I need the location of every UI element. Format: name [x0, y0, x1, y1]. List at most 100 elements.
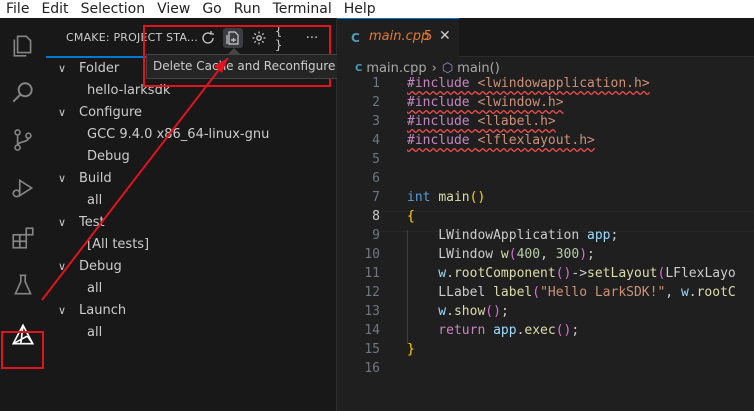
tree-item-label: Folder: [79, 61, 120, 76]
code-token: (: [508, 247, 517, 262]
code-token: <lwindow.h>: [477, 95, 564, 110]
chevron-down-icon[interactable]: ∨: [58, 102, 70, 124]
code-token: }: [407, 342, 415, 357]
tab-main-cpp[interactable]: C main.cpp 5 ✕: [337, 18, 459, 57]
tooltip: Delete Cache and Reconfigure: [146, 54, 343, 79]
line-number: 1: [372, 76, 380, 91]
tree-item-label: Launch: [79, 303, 127, 318]
code-line: LWindow w(400, 300);: [407, 247, 595, 262]
code-token: <lwindowapplication.h>: [477, 76, 650, 91]
editor: C main.cpp 5 ✕ C main.cpp › ⬡ main() 1 #i…: [337, 18, 754, 411]
testing-icon[interactable]: [0, 265, 46, 305]
code-token: LWindowApplication: [407, 228, 588, 243]
breadcrumb-file-icon: C: [355, 62, 363, 74]
close-icon[interactable]: ✕: [439, 28, 451, 44]
code-token: ,: [540, 247, 556, 262]
code-line: #include <lwindow.h>: [407, 95, 564, 110]
chevron-down-icon[interactable]: ∨: [58, 300, 70, 322]
code-token: main: [438, 190, 470, 205]
chevron-down-icon[interactable]: ∨: [58, 256, 70, 278]
menu-edit[interactable]: Edit: [35, 0, 74, 18]
code-token: app: [587, 228, 611, 243]
code-token: setLayout: [587, 266, 658, 281]
extensions-icon[interactable]: [0, 218, 46, 258]
line-number: 10: [364, 247, 380, 262]
code-token: exec: [524, 323, 556, 338]
code-line: return app.exec();: [407, 323, 579, 338]
activity-bar: [0, 18, 46, 411]
run-debug-icon[interactable]: [0, 168, 46, 208]
code-line: #include <lflexlayout.h>: [407, 133, 595, 148]
code-token: w: [680, 285, 689, 300]
code-token: w: [500, 247, 509, 262]
code-token: (): [555, 323, 572, 338]
code-token: show: [453, 304, 486, 319]
code-token: .: [446, 266, 454, 281]
cmake-highlight-box: [1, 331, 44, 369]
code-line: LLabel label("Hello LarkSDK!", w.rootC: [407, 285, 736, 300]
line-number: 6: [372, 171, 380, 186]
code-token: .: [446, 304, 454, 319]
code-token: rootC: [696, 285, 736, 300]
breadcrumb-symbol[interactable]: main(): [457, 61, 500, 76]
code-token: ->: [571, 266, 588, 281]
chevron-right-icon: ›: [431, 60, 437, 76]
line-number: 9: [372, 228, 380, 243]
code-token: LLabel: [407, 285, 494, 300]
chevron-down-icon[interactable]: ∨: [58, 168, 70, 190]
menu-go[interactable]: Go: [196, 0, 227, 18]
tab-label: main.cpp: [369, 29, 430, 44]
tree-item-label: Test: [79, 215, 105, 230]
code-token: {: [407, 209, 415, 224]
code-token: LFlexLayo: [665, 266, 736, 281]
chevron-down-icon[interactable]: ∨: [58, 212, 70, 234]
explorer-icon[interactable]: [0, 26, 46, 66]
tree-item-label: Debug: [87, 149, 130, 164]
line-number: 8: [372, 209, 380, 224]
source-control-icon[interactable]: [0, 120, 46, 160]
code-token: 300: [555, 247, 580, 262]
chevron-down-icon[interactable]: ∨: [58, 58, 70, 80]
code-token: (): [469, 190, 486, 205]
breadcrumb: C main.cpp › ⬡ main(): [355, 58, 500, 78]
menu-selection[interactable]: Selection: [75, 0, 152, 18]
line-number: 13: [364, 304, 380, 319]
code-line: {: [407, 209, 415, 224]
code-token: <lflexlayout.h>: [477, 133, 595, 148]
code-token: (): [485, 304, 501, 319]
tree-item-label: Build: [79, 171, 112, 186]
search-icon[interactable]: [0, 73, 46, 113]
code-token: ;: [610, 228, 619, 243]
code-token: w: [407, 304, 447, 319]
line-number: 3: [372, 114, 380, 129]
menu-help[interactable]: Help: [338, 0, 382, 18]
menu-view[interactable]: View: [151, 0, 196, 18]
code-line: #include <llabel.h>: [407, 114, 556, 129]
code-line: w.show();: [407, 304, 509, 319]
menubar: File Edit Selection View Go Run Terminal Help: [0, 0, 754, 18]
code-token: #include: [407, 95, 478, 110]
code-line: w.rootComponent()->setLayout(LFlexLayo: [407, 266, 736, 281]
cube-icon: ⬡: [441, 60, 454, 76]
code-token: #include: [407, 114, 478, 129]
code-token: w: [407, 266, 447, 281]
code-token: LWindow: [407, 247, 501, 262]
code-token: ): [579, 247, 588, 262]
menu-file[interactable]: File: [0, 0, 35, 18]
tree-item-label: [All tests]: [87, 237, 150, 252]
code-token: label: [493, 285, 533, 300]
tab-bar: C main.cpp 5 ✕: [337, 18, 754, 57]
code-token: ;: [500, 304, 509, 319]
code-token: rootComponent: [453, 266, 556, 281]
tree-item-label: GCC 9.4.0 x86_64-linux-gnu: [87, 127, 270, 142]
breadcrumb-file[interactable]: main.cpp: [366, 61, 426, 76]
menu-run[interactable]: Run: [228, 0, 267, 18]
vscode-window: File Edit Selection View Go Run Terminal Help C…: [0, 0, 754, 411]
code-token: app: [493, 323, 517, 338]
line-number: 5: [372, 152, 380, 167]
code-line: }: [407, 342, 415, 357]
code-token: 400: [516, 247, 541, 262]
menu-terminal[interactable]: Terminal: [267, 0, 338, 18]
tree-item-label: Configure: [79, 105, 143, 120]
cpp-file-icon: C: [351, 31, 360, 45]
